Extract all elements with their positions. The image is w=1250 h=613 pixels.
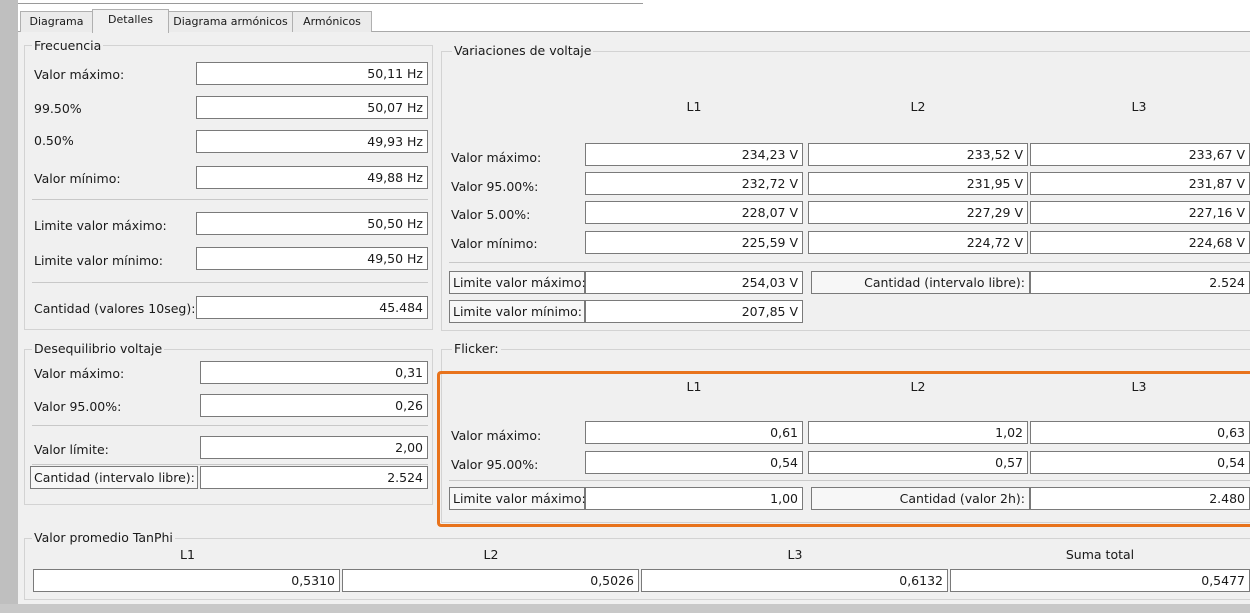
- window-bottom-frame: [0, 604, 1250, 613]
- tanphi-header-l1: L1: [180, 547, 195, 562]
- frecuencia-limite-minimo-field[interactable]: 49,50 Hz: [196, 247, 428, 270]
- variaciones-valor-5-l2[interactable]: 227,29 V: [808, 201, 1028, 224]
- desequilibrio-cantidad-label: Cantidad (intervalo libre):: [34, 470, 195, 485]
- flicker-valor-95-l1[interactable]: 0,54: [585, 451, 803, 474]
- flicker-valor-95-l3[interactable]: 0,54: [1030, 451, 1250, 474]
- frecuencia-separator-2: [32, 282, 428, 283]
- desequilibrio-cantidad-field[interactable]: 2.524: [200, 466, 428, 489]
- variaciones-valor-95-label: Valor 95.00%:: [451, 179, 539, 194]
- flicker-cantidad-label: Cantidad (valor 2h):: [899, 491, 1025, 506]
- tanphi-l2-field[interactable]: 0,5026: [342, 569, 639, 592]
- desequilibrio-separator-1: [32, 425, 428, 426]
- frecuencia-separator-1: [32, 199, 428, 200]
- tanphi-suma-field[interactable]: 0,5477: [950, 569, 1250, 592]
- flicker-header-l2: L2: [910, 379, 926, 394]
- variaciones-header-l2: L2: [910, 99, 926, 114]
- tab-diagrama-armonicos[interactable]: Diagrama armónicos: [168, 11, 293, 32]
- variaciones-valor-minimo-l2[interactable]: 224,72 V: [808, 231, 1028, 254]
- tab-diagrama[interactable]: Diagrama: [20, 11, 93, 32]
- frecuencia-cantidad-label: Cantidad (valores 10seg):: [34, 301, 196, 316]
- tanphi-title: Valor promedio TanPhi: [32, 530, 175, 545]
- tanphi-header-suma: Suma total: [1065, 547, 1135, 562]
- variaciones-valor-95-l1[interactable]: 232,72 V: [585, 172, 803, 195]
- desequilibrio-valor-limite-label: Valor límite:: [34, 442, 109, 457]
- frecuencia-p050-label: 0.50%: [34, 133, 74, 148]
- tab-detalles[interactable]: Detalles: [92, 9, 169, 33]
- variaciones-cantidad-field[interactable]: 2.524: [1030, 271, 1250, 294]
- variaciones-valor-5-label: Valor 5.00%:: [451, 207, 531, 222]
- variaciones-valor-maximo-l3[interactable]: 233,67 V: [1030, 143, 1250, 166]
- frecuencia-p050-field[interactable]: 49,93 Hz: [196, 130, 428, 153]
- flicker-cantidad-field[interactable]: 2.480: [1030, 487, 1250, 510]
- flicker-header-l3: L3: [1131, 379, 1147, 394]
- top-divider: [18, 3, 643, 4]
- variaciones-valor-5-l3[interactable]: 227,16 V: [1030, 201, 1250, 224]
- desequilibrio-valor-95-label: Valor 95.00%:: [34, 399, 122, 414]
- variaciones-title: Variaciones de voltaje: [452, 43, 594, 58]
- variaciones-separator: [449, 262, 1250, 263]
- frecuencia-limite-minimo-label: Limite valor mínimo:: [34, 253, 164, 268]
- variaciones-cantidad-label: Cantidad (intervalo libre):: [864, 275, 1025, 290]
- variaciones-valor-maximo-l2[interactable]: 233,52 V: [808, 143, 1028, 166]
- tanphi-header-l3: L3: [787, 547, 803, 562]
- frecuencia-valor-maximo-label: Valor máximo:: [34, 67, 125, 82]
- tanphi-l1-field[interactable]: 0,5310: [33, 569, 340, 592]
- desequilibrio-valor-maximo-field[interactable]: 0,31: [200, 361, 428, 384]
- frecuencia-valor-minimo-field[interactable]: 49,88 Hz: [196, 166, 428, 189]
- flicker-valor-95-label: Valor 95.00%:: [451, 457, 539, 472]
- variaciones-header-l3: L3: [1131, 99, 1147, 114]
- flicker-title: Flicker:: [452, 341, 501, 356]
- desequilibrio-valor-95-field[interactable]: 0,26: [200, 394, 428, 417]
- frecuencia-limite-maximo-label: Limite valor máximo:: [34, 218, 167, 233]
- variaciones-valor-minimo-l3[interactable]: 224,68 V: [1030, 231, 1250, 254]
- variaciones-valor-5-l1[interactable]: 228,07 V: [585, 201, 803, 224]
- variaciones-header-l1: L1: [686, 99, 702, 114]
- flicker-valor-95-l2[interactable]: 0,57: [808, 451, 1028, 474]
- frecuencia-valor-minimo-label: Valor mínimo:: [34, 171, 121, 186]
- tanphi-header-l2: L2: [483, 547, 499, 562]
- frecuencia-cantidad-field[interactable]: 45.484: [196, 296, 428, 319]
- variaciones-valor-95-l3[interactable]: 231,87 V: [1030, 172, 1250, 195]
- desequilibrio-title: Desequilibrio voltaje: [32, 341, 165, 356]
- tanphi-l3-field[interactable]: 0,6132: [641, 569, 948, 592]
- flicker-header-l1: L1: [686, 379, 702, 394]
- frecuencia-title: Frecuencia: [32, 38, 104, 53]
- variaciones-limite-maximo-field[interactable]: 254,03 V: [585, 271, 803, 294]
- desequilibrio-valor-limite-field[interactable]: 2,00: [200, 436, 428, 459]
- frecuencia-p9950-field[interactable]: 50,07 Hz: [196, 96, 428, 119]
- desequilibrio-separator-2: [32, 464, 428, 465]
- tab-armonicos[interactable]: Armónicos: [292, 11, 372, 32]
- flicker-limite-maximo-label: Limite valor máximo:: [453, 491, 586, 506]
- variaciones-limite-minimo-label: Limite valor mínimo:: [453, 304, 583, 319]
- flicker-separator: [449, 480, 1250, 481]
- variaciones-valor-95-l2[interactable]: 231,95 V: [808, 172, 1028, 195]
- flicker-valor-maximo-l1[interactable]: 0,61: [585, 421, 803, 444]
- variaciones-limite-minimo-field[interactable]: 207,85 V: [585, 300, 803, 323]
- flicker-valor-maximo-label: Valor máximo:: [451, 428, 542, 443]
- flicker-valor-maximo-l2[interactable]: 1,02: [808, 421, 1028, 444]
- frecuencia-p9950-label: 99.50%: [34, 101, 82, 116]
- frecuencia-limite-maximo-field[interactable]: 50,50 Hz: [196, 212, 428, 235]
- variaciones-limite-maximo-label: Limite valor máximo:: [453, 275, 586, 290]
- variaciones-valor-maximo-l1[interactable]: 234,23 V: [585, 143, 803, 166]
- desequilibrio-valor-maximo-label: Valor máximo:: [34, 366, 125, 381]
- flicker-valor-maximo-l3[interactable]: 0,63: [1030, 421, 1250, 444]
- variaciones-valor-maximo-label: Valor máximo:: [451, 150, 542, 165]
- variaciones-valor-minimo-l1[interactable]: 225,59 V: [585, 231, 803, 254]
- window-left-frame: [0, 0, 18, 613]
- variaciones-valor-minimo-label: Valor mínimo:: [451, 236, 538, 251]
- frecuencia-valor-maximo-field[interactable]: 50,11 Hz: [196, 62, 428, 85]
- flicker-limite-maximo-field[interactable]: 1,00: [585, 487, 803, 510]
